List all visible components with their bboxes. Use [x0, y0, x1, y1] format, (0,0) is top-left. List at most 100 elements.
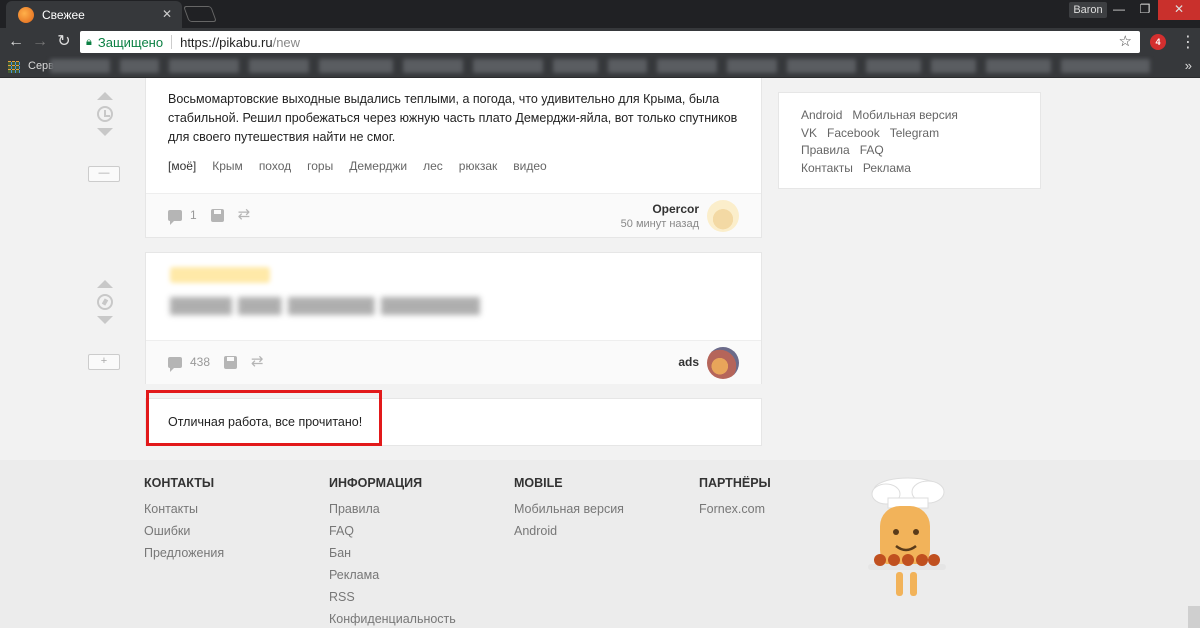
author-avatar[interactable]	[707, 200, 739, 232]
footer-link[interactable]: Android	[514, 520, 624, 542]
save-icon[interactable]	[224, 355, 238, 369]
footer-link[interactable]: Мобильная версия	[514, 498, 624, 520]
footer-info: ИНФОРМАЦИЯ Правила FAQ Бан Реклама RSS К…	[329, 476, 456, 628]
save-icon[interactable]	[210, 208, 224, 222]
tag[interactable]: поход	[259, 159, 291, 173]
footer-link[interactable]: Реклама	[329, 564, 456, 586]
sidebar-link[interactable]: Правила	[801, 142, 850, 160]
author-avatar[interactable]	[707, 347, 739, 379]
sidebar-row: Контакты Реклама	[801, 160, 1040, 178]
sidebar-link[interactable]: Контакты	[801, 160, 853, 178]
author-info: ads	[678, 355, 699, 369]
comments-count[interactable]: 438	[190, 355, 210, 369]
post-tags: [моё] Крым поход горы Демерджи лес рюкза…	[168, 159, 739, 173]
all-read-message: Отличная работа, все прочитано!	[168, 415, 363, 429]
sidebar-links: Android Мобильная версия VK Facebook Tel…	[778, 92, 1041, 189]
footer-heading: КОНТАКТЫ	[144, 476, 215, 490]
sidebar-row: Android Мобильная версия	[801, 107, 1040, 125]
footer-link[interactable]: Предложения	[144, 542, 224, 564]
scrollbar-thumb[interactable]	[1188, 606, 1200, 628]
browser-menu-icon[interactable]: ⋮	[1180, 32, 1196, 52]
sidebar-link[interactable]: Реклама	[863, 160, 911, 178]
sidebar-link[interactable]: Telegram	[890, 125, 939, 143]
minimize-icon[interactable]: —	[1106, 0, 1132, 20]
comments-icon[interactable]	[168, 209, 182, 225]
footer-heading: ИНФОРМАЦИЯ	[329, 476, 423, 490]
forward-icon[interactable]: →	[30, 32, 50, 52]
sidebar-row: VK Facebook Telegram	[801, 125, 1040, 143]
author-name[interactable]: ads	[678, 355, 699, 369]
lock-icon: 🔒︎	[86, 35, 92, 48]
post-card: Восьмомартовские выходные выдались теплы…	[145, 78, 762, 238]
tag[interactable]: [моё]	[168, 159, 196, 173]
author-name[interactable]: Opercor	[621, 202, 699, 216]
collapse-post-button[interactable]: —	[88, 166, 120, 182]
downvote-icon[interactable]	[97, 316, 113, 324]
footer-partners: ПАРТНЁРЫ Fornex.com	[699, 476, 771, 520]
sidebar-link[interactable]: Facebook	[827, 125, 880, 143]
footer-heading: MOBILE	[514, 476, 563, 490]
secure-label: Защищено	[97, 34, 164, 50]
footer-link[interactable]: Правила	[329, 498, 456, 520]
browser-tab-bar: Свежее ✕ Baron — ❐ ✕	[0, 0, 1200, 28]
tag[interactable]: видео	[513, 159, 546, 173]
reload-icon[interactable]: ↻	[54, 32, 74, 52]
new-tab-button[interactable]	[183, 6, 217, 22]
tag[interactable]: Демерджи	[349, 159, 407, 173]
page-content: — Восьмомартовские выходные выдались теп…	[0, 78, 1200, 628]
post2-rating	[90, 280, 120, 324]
bookmarks-bar: Серв »	[0, 56, 1200, 78]
upvote-icon[interactable]	[97, 92, 113, 100]
ad-post-card: 438 ⇄ ads	[145, 252, 762, 384]
compass-icon	[97, 294, 113, 310]
comments-count[interactable]: 1	[190, 208, 197, 222]
address-separator	[171, 35, 173, 49]
footer-link[interactable]: Бан	[329, 542, 456, 564]
comments-icon[interactable]	[168, 356, 182, 372]
upvote-icon[interactable]	[97, 280, 113, 288]
pikabu-favicon-icon	[18, 6, 34, 23]
apps-grid-icon[interactable]	[8, 61, 20, 73]
bookmark-star-icon[interactable]: ☆	[1119, 32, 1132, 50]
footer-link[interactable]: Fornex.com	[699, 498, 771, 520]
sidebar-link[interactable]: FAQ	[860, 142, 884, 160]
footer-link[interactable]: Конфиденциальность	[329, 608, 456, 628]
footer-link[interactable]: Ошибки	[144, 520, 224, 542]
footer-link[interactable]: Контакты	[144, 498, 224, 520]
footer-link[interactable]: FAQ	[329, 520, 456, 542]
address-bar[interactable]: 🔒︎ Защищено https://pikabu.ru /new ☆	[80, 31, 1140, 53]
downvote-icon[interactable]	[97, 128, 113, 136]
footer-contacts: КОНТАКТЫ Контакты Ошибки Предложения	[144, 476, 224, 564]
post1-rating	[90, 92, 120, 136]
back-icon[interactable]: ←	[6, 32, 26, 52]
share-icon[interactable]: ⇄	[238, 207, 251, 222]
share-icon[interactable]: ⇄	[251, 354, 264, 369]
author-info: Opercor 50 минут назад	[621, 202, 699, 230]
post-footer: 438 ⇄ ads	[146, 340, 761, 384]
sidebar-row: Правила FAQ	[801, 142, 1040, 160]
footer-heading: ПАРТНЁРЫ	[699, 476, 771, 490]
sidebar-link[interactable]: VK	[801, 125, 817, 143]
blurred-ad-title[interactable]	[170, 297, 480, 315]
post-text: Восьмомартовские выходные выдались теплы…	[168, 92, 738, 144]
url-path: /new	[272, 34, 301, 50]
browser-toolbar: ← → ↻ 🔒︎ Защищено https://pikabu.ru /new…	[0, 28, 1200, 56]
sidebar-link[interactable]: Мобильная версия	[852, 107, 958, 125]
close-tab-icon[interactable]: ✕	[162, 7, 172, 21]
tag[interactable]: лес	[423, 159, 443, 173]
maximize-icon[interactable]: ❐	[1132, 0, 1158, 20]
extension-badge-icon[interactable]: 4	[1150, 34, 1166, 50]
more-bookmarks-icon[interactable]: »	[1185, 58, 1192, 73]
sidebar-link[interactable]: Android	[801, 107, 842, 125]
expand-post-button[interactable]: +	[88, 354, 120, 370]
site-footer: КОНТАКТЫ Контакты Ошибки Предложения ИНФ…	[0, 460, 1200, 628]
tag[interactable]: Крым	[212, 159, 243, 173]
tag[interactable]: горы	[307, 159, 333, 173]
close-window-icon[interactable]: ✕	[1158, 0, 1200, 20]
post-time: 50 минут назад	[620, 218, 699, 230]
browser-tab[interactable]: Свежее ✕	[6, 1, 182, 28]
blurred-ad-tag	[170, 267, 270, 283]
profile-button[interactable]: Baron	[1069, 2, 1107, 18]
footer-link[interactable]: RSS	[329, 586, 456, 608]
tag[interactable]: рюкзак	[459, 159, 497, 173]
